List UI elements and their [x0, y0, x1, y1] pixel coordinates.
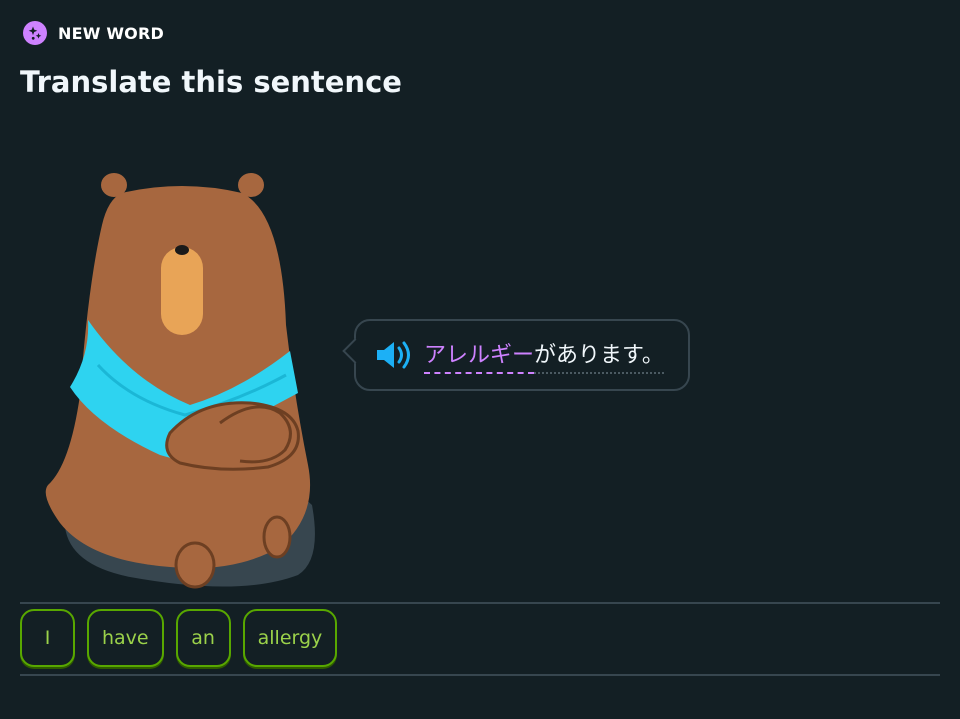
bear-character: [45, 173, 315, 589]
speech-bubble: アレルギー があります。: [342, 319, 690, 391]
word-bank: I have an allergy: [20, 609, 338, 667]
answer-line-bottom: [20, 674, 940, 676]
new-word-token[interactable]: アレルギー: [424, 337, 535, 374]
speech-bubble-tail: [342, 338, 368, 364]
word-tile-i[interactable]: I: [20, 609, 75, 667]
japanese-sentence: アレルギー があります。: [424, 337, 664, 374]
page-title: Translate this sentence: [20, 65, 402, 99]
new-word-label: NEW WORD: [58, 23, 164, 43]
speaker-button[interactable]: [374, 337, 416, 373]
new-word-badge: NEW WORD: [22, 20, 164, 46]
word-tile-have[interactable]: have: [87, 609, 164, 667]
sentence-rest-token[interactable]: があります。: [534, 337, 664, 374]
new-word-sparkle-icon: [23, 21, 47, 45]
answer-line-top: [20, 602, 940, 604]
word-tile-allergy[interactable]: allergy: [242, 609, 338, 667]
speaker-icon: [377, 341, 410, 369]
word-tile-an[interactable]: an: [175, 609, 231, 667]
